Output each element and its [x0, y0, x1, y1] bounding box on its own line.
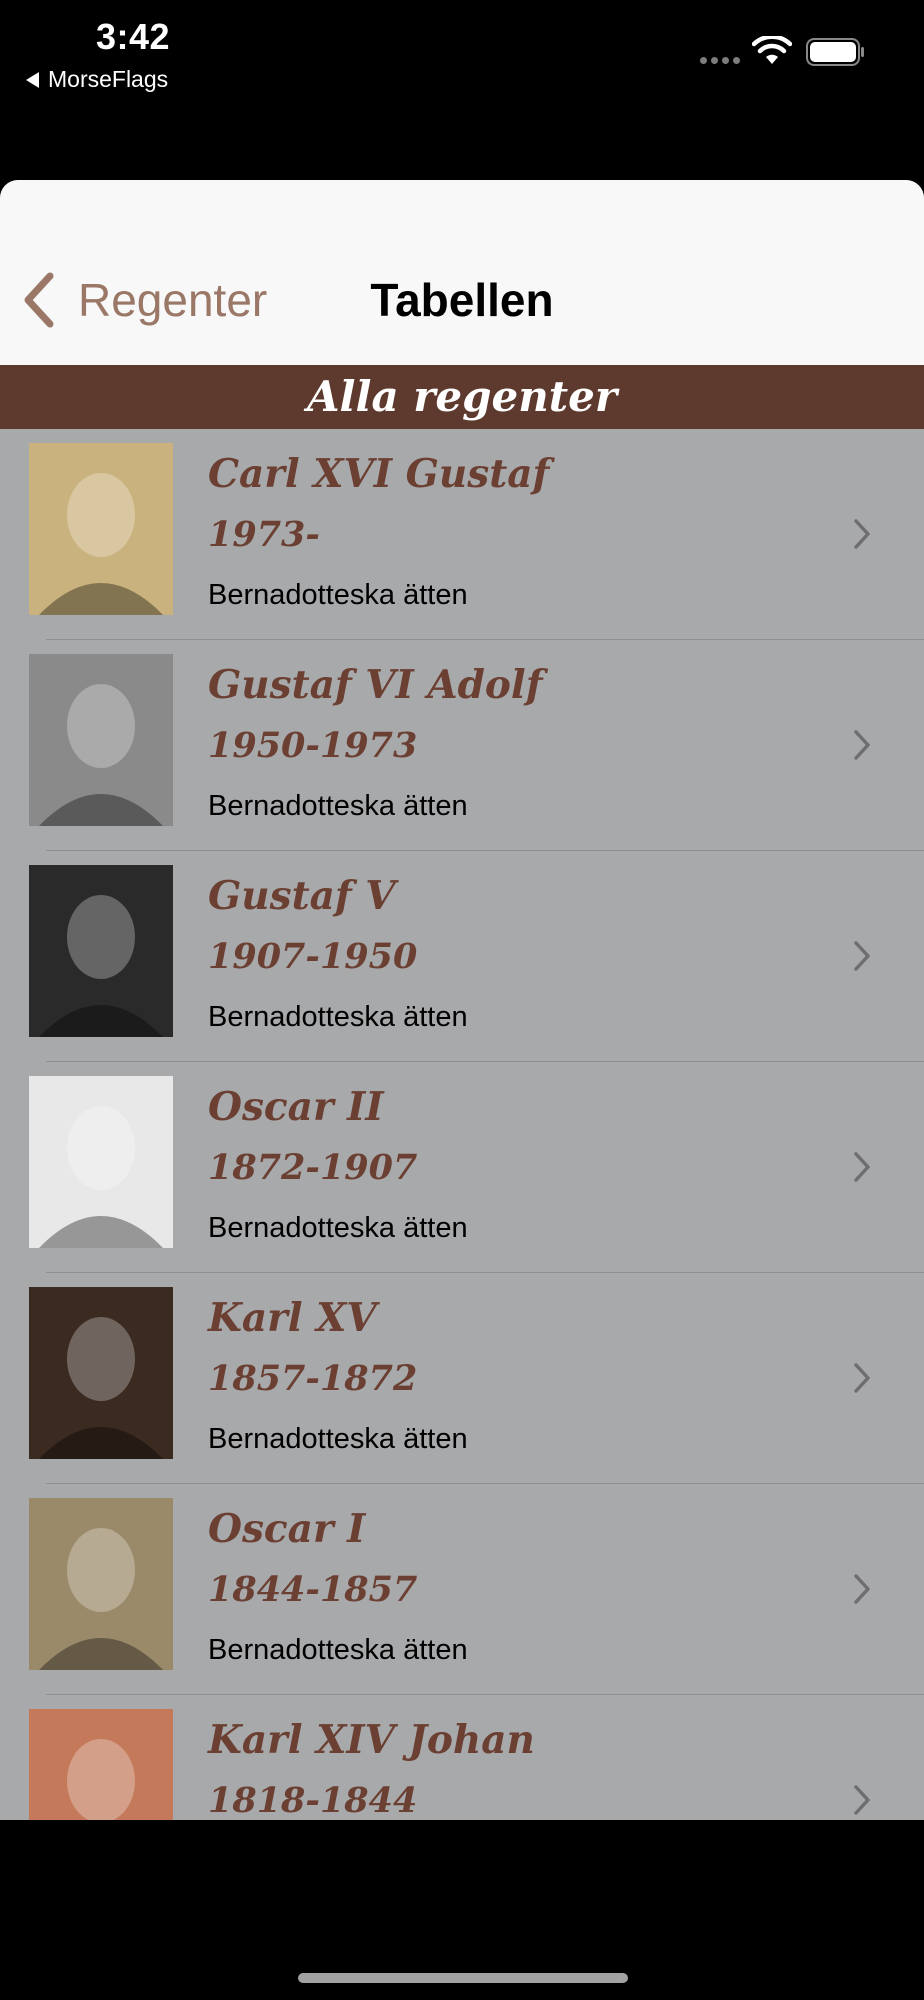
- battery-icon: [806, 38, 864, 66]
- back-button[interactable]: Regenter: [22, 272, 267, 328]
- list-item[interactable]: Gustaf VI Adolf 1950-1973 Bernadotteska ät…: [0, 640, 924, 851]
- portrait-image: [29, 1709, 173, 1820]
- signal-dots-icon: [700, 57, 740, 64]
- regent-list: Carl XVI Gustaf 1973- Bernadotteska ätten G…: [0, 429, 924, 1820]
- regent-years: 1818-1844: [208, 1780, 418, 1820]
- regent-years: 1973-: [208, 514, 320, 555]
- portrait-image: [29, 865, 173, 1037]
- list-item[interactable]: Carl XVI Gustaf 1973- Bernadotteska ätten: [0, 429, 924, 640]
- modal-sheet: Tabellen Regenter Alla regenter Carl XVI…: [0, 180, 924, 1820]
- regent-name: Carl XVI Gustaf: [208, 451, 550, 497]
- portrait-image: [29, 654, 173, 826]
- home-indicator[interactable]: [298, 1973, 628, 1983]
- list-item[interactable]: Karl XV 1857-1872 Bernadotteska ätten: [0, 1273, 924, 1484]
- regent-name: Oscar I: [208, 1506, 366, 1552]
- regent-name: Gustaf VI Adolf: [208, 662, 543, 708]
- navigation-bar: Tabellen Regenter: [0, 180, 924, 365]
- chevron-left-icon: [24, 272, 54, 328]
- chevron-right-icon: [852, 517, 872, 556]
- regent-name: Oscar II: [208, 1084, 384, 1130]
- list-item[interactable]: Karl XIV Johan1818-1844Bernadotteska ätt…: [0, 1695, 924, 1820]
- chevron-right-icon: [852, 1783, 872, 1820]
- list-item[interactable]: Oscar II 1872-1907 Bernadotteska ätten: [0, 1062, 924, 1273]
- regent-house: Bernadotteska ätten: [208, 1001, 468, 1033]
- regent-years: 1857-1872: [208, 1358, 418, 1399]
- regent-years: 1907-1950: [208, 936, 418, 977]
- portrait-image: [29, 443, 173, 615]
- portrait-image: [29, 1498, 173, 1670]
- portrait-image: [29, 1287, 173, 1459]
- chevron-right-icon: [852, 728, 872, 767]
- return-app-label: MorseFlags: [48, 66, 169, 92]
- chevron-right-icon: [852, 1150, 872, 1189]
- section-header: Alla regenter: [0, 365, 924, 429]
- chevron-right-icon: [852, 1572, 872, 1611]
- regent-years: 1872-1907: [208, 1147, 418, 1188]
- back-button-label: Regenter: [78, 274, 268, 326]
- status-time: 3:42: [96, 16, 171, 57]
- chevron-right-icon: [852, 1361, 872, 1400]
- list-item[interactable]: Oscar I 1844-1857 Bernadotteska ätten: [0, 1484, 924, 1695]
- return-to-app-link[interactable]: MorseFlags: [26, 66, 168, 93]
- back-triangle-icon: [26, 71, 39, 88]
- list-item[interactable]: Gustaf V 1907-1950 Bernadotteska ätten: [0, 851, 924, 1062]
- portrait-image: [29, 1076, 173, 1248]
- wifi-icon: [752, 36, 792, 64]
- chevron-right-icon: [852, 939, 872, 978]
- regent-house: Bernadotteska ätten: [208, 1212, 468, 1244]
- regent-house: Bernadotteska ätten: [208, 1423, 468, 1455]
- regent-name: Karl XV: [208, 1295, 377, 1341]
- regent-years: 1950-1973: [208, 725, 418, 766]
- regent-house: Bernadotteska ätten: [208, 1634, 468, 1666]
- regent-name: Gustaf V: [208, 873, 396, 919]
- regent-name: Karl XIV Johan: [208, 1717, 535, 1763]
- status-bar: 3:42 MorseFlags: [0, 0, 924, 110]
- regent-years: 1844-1857: [208, 1569, 418, 1610]
- regent-house: Bernadotteska ätten: [208, 579, 468, 611]
- regent-house: Bernadotteska ätten: [208, 790, 468, 822]
